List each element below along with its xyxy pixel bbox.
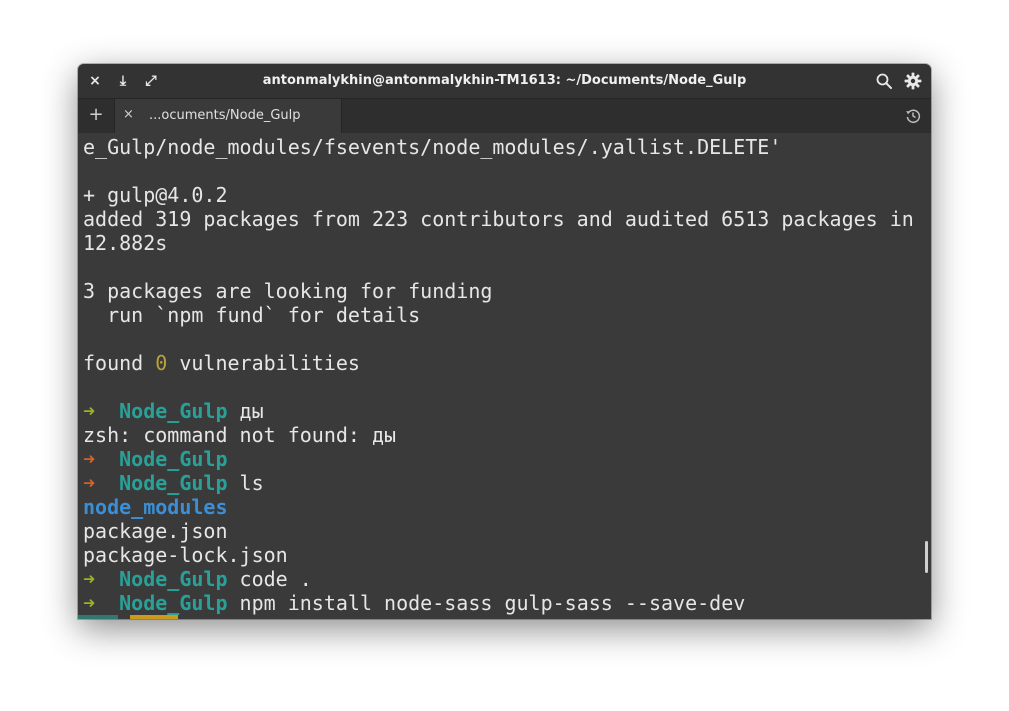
output-line: + gulp@4.0.2: [83, 183, 228, 207]
output-line: package-lock.json: [83, 543, 288, 567]
terminal-window: × ⤓ ⤢ antonmalykhin@antonmalykhin-TM1613…: [78, 64, 931, 619]
prompt-directory: Node_Gulp: [119, 399, 228, 423]
output-line: 12.882s: [83, 231, 168, 255]
prompt-command: code .: [227, 567, 312, 591]
prompt-directory: Node_Gulp: [119, 591, 228, 615]
title-bar[interactable]: × ⤓ ⤢ antonmalykhin@antonmalykhin-TM1613…: [78, 64, 931, 98]
tab-node-gulp[interactable]: × ...ocuments/Node_Gulp: [114, 99, 342, 133]
prompt-directory: Node_Gulp: [119, 447, 228, 471]
output-line: package.json: [83, 519, 228, 543]
scrollbar-thumb[interactable]: [925, 541, 928, 573]
next-prompt-segment: [130, 615, 178, 619]
terminal-output[interactable]: e_Gulp/node_modules/fsevents/node_module…: [78, 133, 931, 619]
prompt-arrow-icon: ➜: [83, 591, 96, 615]
prompt-command: npm install node-sass gulp-sass --save-d…: [227, 591, 746, 615]
prompt-arrow-icon: ➜: [83, 567, 96, 591]
prompt-line: ➜ Node_Gulp code .: [83, 567, 914, 591]
vulnerability-count: 0: [155, 351, 168, 375]
output-line: found 0 vulnerabilities: [83, 351, 914, 375]
window-title: antonmalykhin@antonmalykhin-TM1613: ~/Do…: [262, 73, 747, 88]
maximize-window-button[interactable]: ⤢: [142, 72, 160, 90]
next-prompt-segment: [78, 615, 118, 619]
prompt-line: ➜ Node_Gulp: [83, 447, 914, 471]
tab-close-icon[interactable]: ×: [123, 108, 134, 122]
output-line: zsh: command not found: ды: [83, 423, 397, 447]
output-line: e_Gulp/node_modules/fsevents/node_module…: [83, 135, 782, 159]
prompt-directory: Node_Gulp: [119, 567, 228, 591]
search-icon[interactable]: [875, 72, 893, 90]
prompt-command: ды: [227, 399, 264, 423]
tab-bar: + × ...ocuments/Node_Gulp: [78, 98, 931, 134]
prompt-line: ➜ Node_Gulp ls: [83, 471, 914, 495]
output-text: vulnerabilities: [167, 351, 360, 375]
prompt-arrow-icon: ➜: [83, 399, 96, 423]
minimize-window-button[interactable]: ⤓: [114, 72, 132, 90]
tab-label: ...ocuments/Node_Gulp: [149, 108, 301, 123]
new-tab-button[interactable]: +: [78, 99, 114, 133]
prompt-directory: Node_Gulp: [119, 471, 228, 495]
prompt-arrow-icon: ➜: [83, 447, 96, 471]
output-text: found: [83, 351, 156, 375]
folder-entry: node_modules: [83, 495, 228, 519]
prompt-line: ➜ Node_Gulp ды: [83, 399, 914, 423]
prompt-line: ➜ Node_Gulp npm install node-sass gulp-s…: [83, 591, 914, 615]
output-line: 3 packages are looking for funding: [83, 279, 493, 303]
prompt-command: ls: [227, 471, 264, 495]
output-line: node_modules: [83, 495, 914, 519]
output-line: run `npm fund` for details: [83, 303, 421, 327]
gear-icon[interactable]: [904, 72, 922, 90]
terminal-lines: e_Gulp/node_modules/fsevents/node_module…: [83, 135, 914, 615]
history-icon[interactable]: [905, 108, 921, 124]
prompt-arrow-icon: ➜: [83, 471, 96, 495]
close-window-button[interactable]: ×: [86, 72, 104, 90]
output-line: added 319 packages from 223 contributors…: [83, 207, 914, 231]
